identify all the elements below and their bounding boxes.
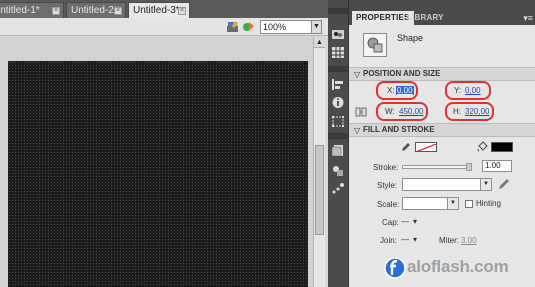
- tab-untitled-1[interactable]: Untitled-1* ×: [0, 2, 64, 18]
- document-area: Untitled-1* × Untitled-2* × Untitled-3* …: [0, 0, 328, 287]
- edit-bar: 100% ▼: [0, 18, 328, 36]
- close-icon[interactable]: ×: [178, 7, 186, 15]
- style-label: Style:: [377, 181, 398, 190]
- close-icon[interactable]: ×: [114, 7, 122, 15]
- edit-symbols-icon[interactable]: [242, 20, 256, 33]
- aloflash-watermark: aloflash.com: [383, 255, 533, 285]
- grid-panel-icon[interactable]: [331, 46, 345, 59]
- y-label: Y:: [454, 86, 462, 95]
- chevron-down-icon[interactable]: ▼: [311, 21, 321, 33]
- color-row: [349, 137, 535, 157]
- edit-scene-icon[interactable]: [226, 20, 240, 33]
- width-value[interactable]: 450,00: [399, 107, 423, 116]
- zoom-select[interactable]: 100% ▼: [260, 20, 322, 34]
- chevron-down-icon[interactable]: ▾: [413, 235, 417, 244]
- info-icon[interactable]: [331, 96, 345, 109]
- panel-menu-icon[interactable]: ▾≡: [523, 13, 533, 24]
- tab-label: Untitled-1*: [0, 5, 40, 16]
- y-value[interactable]: 0,00: [465, 86, 481, 95]
- edit-stroke-style-icon[interactable]: [497, 177, 511, 191]
- panel-header: PROPERTIES LIBRARY ▾≡: [349, 0, 535, 25]
- collapse-triangle-icon: ▽: [354, 70, 361, 79]
- zoom-value: 100%: [263, 22, 287, 32]
- stroke-style-select[interactable]: ▼: [402, 178, 492, 191]
- align-icon[interactable]: [331, 78, 345, 91]
- tab-library[interactable]: LIBRARY: [403, 11, 448, 25]
- width-label: W:: [385, 107, 395, 116]
- tab-untitled-3[interactable]: Untitled-3* ×: [128, 2, 190, 18]
- watermark-text: aloflash.com: [407, 257, 509, 276]
- stroke-label: Stroke:: [373, 163, 399, 172]
- pasteboard[interactable]: [0, 37, 313, 287]
- close-icon[interactable]: ×: [52, 7, 60, 15]
- hinting-checkbox[interactable]: [465, 200, 473, 208]
- motion-presets-icon[interactable]: [331, 182, 345, 195]
- stroke-slider-handle[interactable]: [466, 163, 472, 171]
- position-size-section-header[interactable]: ▽ POSITION AND SIZE: [349, 67, 535, 81]
- miter-value: 3.00: [461, 236, 477, 245]
- properties-panel: PROPERTIES LIBRARY ▾≡ Shape ▽ POSITION A…: [348, 0, 535, 287]
- miter-label: Miter:: [439, 236, 459, 245]
- stroke-slider[interactable]: [402, 165, 472, 169]
- scale-label: Scale:: [377, 200, 400, 209]
- shape-icon: [363, 33, 387, 57]
- stage-canvas[interactable]: [8, 61, 308, 287]
- strip-grip[interactable]: [328, 66, 348, 72]
- strip-grip[interactable]: [328, 8, 348, 14]
- cap-label: Cap:: [382, 218, 399, 227]
- color-swatches-icon[interactable]: [331, 28, 345, 41]
- tab-label: Untitled-2*: [71, 5, 118, 16]
- tab-label: Untitled-3*: [133, 5, 180, 16]
- section-title: FILL AND STROKE: [363, 125, 435, 134]
- fill-color-swatch[interactable]: [491, 142, 513, 152]
- stroke-color-swatch[interactable]: [415, 142, 437, 153]
- height-value[interactable]: 320,00: [465, 107, 489, 116]
- stroke-width-field[interactable]: 1.00: [482, 160, 512, 172]
- hinting-label: Hinting: [476, 199, 501, 208]
- lock-width-height-icon[interactable]: [355, 107, 367, 117]
- join-select[interactable]: —: [401, 235, 409, 244]
- code-snippets-icon[interactable]: [331, 144, 345, 157]
- components-icon[interactable]: [331, 164, 345, 177]
- object-info: Shape: [349, 25, 535, 65]
- cap-select[interactable]: —: [401, 217, 409, 226]
- scale-select[interactable]: ▼: [402, 197, 459, 210]
- height-label: H:: [453, 107, 461, 116]
- collapse-triangle-icon: ▽: [354, 126, 361, 135]
- x-value[interactable]: 0,00: [396, 86, 414, 95]
- vertical-scrollbar[interactable]: ▲: [313, 37, 325, 287]
- paint-bucket-icon: [477, 141, 488, 152]
- panel-icon-strip: [328, 0, 348, 287]
- chevron-down-icon[interactable]: ▼: [480, 179, 491, 190]
- transform-icon[interactable]: [331, 115, 345, 128]
- strip-grip[interactable]: [328, 133, 348, 139]
- fill-stroke-section-header[interactable]: ▽ FILL AND STROKE: [349, 123, 535, 137]
- pencil-icon: [402, 143, 410, 151]
- x-label: X:: [387, 86, 395, 95]
- join-label: Join:: [380, 236, 397, 245]
- tab-untitled-2[interactable]: Untitled-2* ×: [66, 2, 126, 18]
- section-title: POSITION AND SIZE: [363, 69, 441, 78]
- aloflash-logo-icon: [384, 257, 406, 279]
- chevron-down-icon[interactable]: ▾: [413, 217, 417, 226]
- scrollbar-thumb[interactable]: [315, 145, 324, 235]
- object-type-label: Shape: [397, 33, 424, 43]
- document-tab-bar: Untitled-1* × Untitled-2* × Untitled-3* …: [0, 0, 328, 18]
- scroll-up-arrow[interactable]: ▲: [314, 37, 325, 48]
- chevron-down-icon[interactable]: ▼: [447, 198, 458, 209]
